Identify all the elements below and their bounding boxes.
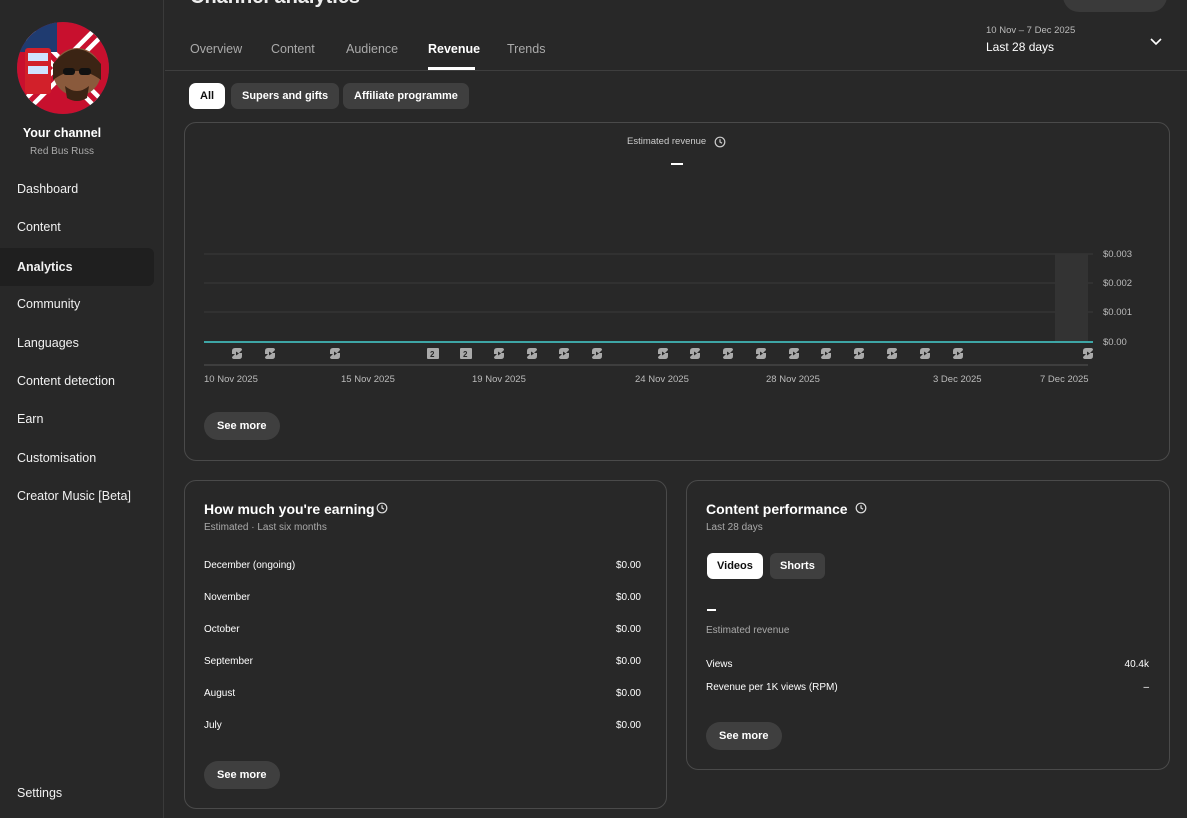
earning-value: $0.00: [615, 688, 641, 699]
x-tick-labels: 10 Nov 2025 15 Nov 2025 19 Nov 2025 24 N…: [204, 374, 1089, 385]
clock-icon[interactable]: [714, 136, 726, 148]
performance-metric-label: Views: [706, 659, 733, 670]
channel-avatar[interactable]: [17, 22, 109, 114]
x-tick-label: 19 Nov 2025: [472, 374, 526, 385]
shorts-marker-icon[interactable]: [789, 348, 799, 359]
shorts-marker-icon[interactable]: [690, 348, 700, 359]
performance-metric-label: Revenue per 1K views (RPM): [706, 682, 838, 693]
shorts-marker-icon[interactable]: [592, 348, 602, 359]
sidebar-item-customisation[interactable]: Customisation: [0, 439, 154, 477]
sidebar-item-settings[interactable]: Settings: [0, 774, 154, 812]
tab-trends[interactable]: Trends: [507, 42, 545, 56]
performance-see-more-button[interactable]: See more: [706, 722, 782, 750]
shorts-marker-icon[interactable]: [723, 348, 733, 359]
earning-value: $0.00: [615, 592, 641, 603]
marker-badge-label: 2: [430, 350, 435, 359]
chip-videos[interactable]: Videos: [707, 553, 763, 579]
header-divider: [165, 70, 1187, 71]
chevron-down-icon[interactable]: [1148, 35, 1164, 49]
earning-month: November: [204, 592, 251, 603]
performance-revenue-value: [707, 609, 716, 611]
earning-value: $0.00: [615, 656, 641, 667]
performance-subtitle: Last 28 days: [706, 522, 763, 533]
earning-month: December (ongoing): [204, 560, 296, 571]
channel-name: Red Bus Russ: [30, 146, 94, 157]
tab-audience[interactable]: Audience: [346, 42, 398, 56]
chart-highlight-column: [1055, 254, 1088, 342]
earning-value: $0.00: [615, 720, 641, 731]
earning-value: $0.00: [615, 624, 641, 635]
shorts-marker-icon[interactable]: [887, 348, 897, 359]
sidebar: Your channel Red Bus Russ Dashboard Cont…: [0, 0, 164, 818]
sidebar-item-earn[interactable]: Earn: [0, 400, 154, 438]
x-tick-label: 24 Nov 2025: [635, 374, 689, 385]
x-tick-label: 3 Dec 2025: [933, 374, 982, 385]
shorts-marker-icon[interactable]: [854, 348, 864, 359]
y-tick-label: $0.002: [1103, 278, 1132, 289]
performance-metric-value: –: [1143, 682, 1149, 693]
chip-shorts[interactable]: Shorts: [770, 553, 825, 579]
marker-badges: 2 2: [427, 348, 472, 359]
chart-value: [671, 163, 683, 165]
sidebar-item-content-detection[interactable]: Content detection: [0, 362, 154, 400]
marker-badge-label: 2: [463, 350, 468, 359]
sidebar-item-community[interactable]: Community: [0, 285, 154, 323]
shorts-marker-icon[interactable]: [920, 348, 930, 359]
clock-icon[interactable]: [376, 502, 388, 514]
chip-all[interactable]: All: [189, 83, 226, 109]
x-tick-label: 28 Nov 2025: [766, 374, 820, 385]
sidebar-item-languages[interactable]: Languages: [0, 324, 154, 362]
tab-overview[interactable]: Overview: [190, 42, 242, 56]
y-tick-label: $0.003: [1103, 249, 1132, 260]
shorts-marker-icon[interactable]: [265, 348, 275, 359]
shorts-marker-icon[interactable]: [1083, 348, 1093, 359]
y-tick-labels: $0.003 $0.002 $0.001 $0.00: [1103, 249, 1132, 348]
earning-subtitle: Estimated · Last six months: [204, 522, 327, 533]
date-range-selector[interactable]: Last 28 days: [986, 40, 1054, 54]
upload-markers: [232, 348, 1093, 359]
chart-title: Estimated revenue: [627, 136, 707, 147]
chart-see-more-button[interactable]: See more: [204, 412, 280, 440]
performance-metric-value: 40.4k: [1124, 659, 1149, 670]
chip-affiliate-programme[interactable]: Affiliate programme: [343, 83, 469, 109]
header-action-button[interactable]: [1063, 0, 1167, 12]
earning-month: September: [204, 656, 253, 667]
earning-see-more-button[interactable]: See more: [204, 761, 280, 789]
earning-month: August: [204, 688, 236, 699]
earning-value: $0.00: [615, 560, 641, 571]
page-title: Channel analytics: [190, 0, 360, 9]
sidebar-item-creator-music[interactable]: Creator Music [Beta]: [0, 477, 154, 515]
shorts-marker-icon[interactable]: [658, 348, 668, 359]
channel-title: Your channel: [22, 126, 102, 140]
sidebar-item-dashboard[interactable]: Dashboard: [0, 170, 154, 208]
x-tick-label: 10 Nov 2025: [204, 374, 258, 385]
y-tick-label: $0.001: [1103, 307, 1132, 318]
shorts-marker-icon[interactable]: [559, 348, 569, 359]
tab-content[interactable]: Content: [271, 42, 315, 56]
earning-title: How much you're earning: [204, 501, 375, 517]
earning-month: October: [204, 624, 240, 635]
shorts-marker-icon[interactable]: [821, 348, 831, 359]
x-tick-label: 15 Nov 2025: [341, 374, 395, 385]
shorts-marker-icon[interactable]: [494, 348, 504, 359]
sidebar-item-analytics[interactable]: Analytics: [0, 248, 154, 286]
x-tick-label: 7 Dec 2025: [1040, 374, 1089, 385]
shorts-marker-icon[interactable]: [330, 348, 340, 359]
performance-title: Content performance: [706, 501, 848, 517]
chip-supers-and-gifts[interactable]: Supers and gifts: [231, 83, 340, 109]
date-range-text: 10 Nov – 7 Dec 2025: [986, 25, 1076, 36]
performance-revenue-label: Estimated revenue: [706, 625, 790, 636]
clock-icon[interactable]: [855, 502, 867, 514]
revenue-chart: $0.003 $0.002 $0.001 $0.00 10 Nov 2025 1…: [204, 249, 1132, 385]
shorts-marker-icon[interactable]: [756, 348, 766, 359]
tab-revenue[interactable]: Revenue: [428, 42, 480, 56]
sidebar-item-content[interactable]: Content: [0, 208, 154, 246]
earning-month: July: [204, 720, 222, 731]
chart-gridlines: [204, 253, 1093, 313]
shorts-marker-icon[interactable]: [953, 348, 963, 359]
y-tick-label: $0.00: [1103, 337, 1127, 348]
shorts-marker-icon[interactable]: [232, 348, 242, 359]
shorts-marker-icon[interactable]: [527, 348, 537, 359]
